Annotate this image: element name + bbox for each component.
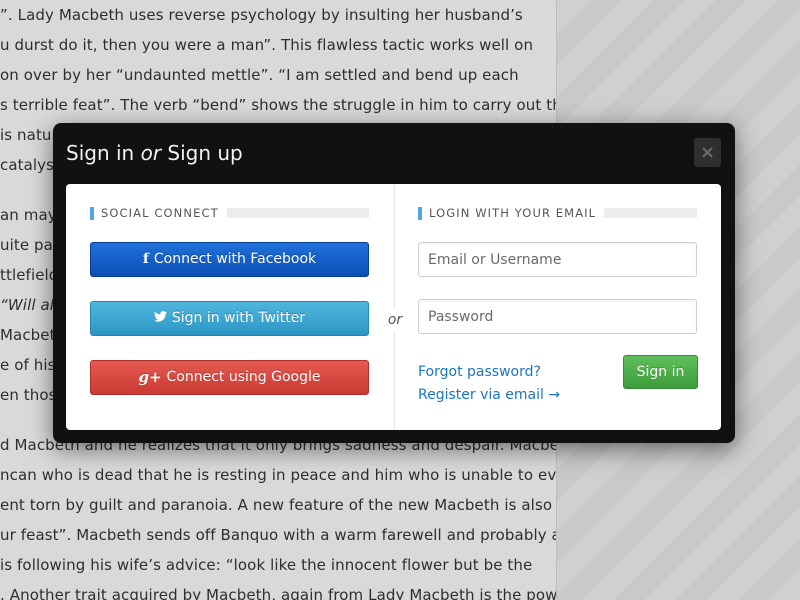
sign-in-button[interactable]: Sign in bbox=[623, 355, 698, 389]
twitter-signin-button[interactable]: Sign in with Twitter bbox=[90, 301, 369, 336]
article-line: . Another trait acquired by Macbeth, aga… bbox=[0, 586, 556, 600]
facebook-connect-button[interactable]: f Connect with Facebook bbox=[90, 242, 369, 277]
heading-marker bbox=[90, 206, 94, 220]
article-line: u durst do it, then you were a man”. Thi… bbox=[0, 36, 534, 54]
article-line: en thos bbox=[0, 386, 57, 404]
modal-body: Social Connect f Connect with Facebook S… bbox=[66, 184, 721, 430]
article-line: ncan who is dead that he is resting in p… bbox=[0, 466, 556, 484]
article-line: s terrible feat”. The verb “bend” shows … bbox=[0, 96, 556, 114]
article-line: catalyst bbox=[0, 156, 61, 174]
or-separator: or bbox=[382, 308, 408, 332]
article-line: on over by her “undaunted mettle”. “I am… bbox=[0, 66, 519, 84]
article-line: an may bbox=[0, 206, 57, 224]
password-input[interactable] bbox=[418, 299, 697, 334]
facebook-icon: f bbox=[142, 251, 149, 267]
article-line: ent torn by guilt and paranoia. A new fe… bbox=[0, 496, 553, 514]
close-icon: × bbox=[699, 142, 716, 163]
email-username-input[interactable] bbox=[418, 242, 697, 277]
heading-rule bbox=[604, 208, 697, 218]
article-line: Macbet bbox=[0, 326, 56, 344]
article-line: “Will al bbox=[0, 296, 55, 314]
article-line: ur feast”. Macbeth sends off Banquo with… bbox=[0, 526, 556, 544]
email-login-heading: Login with your email bbox=[418, 206, 697, 220]
column-divider bbox=[394, 184, 395, 430]
article-line: ”. Lady Macbeth uses reverse psychology … bbox=[0, 6, 523, 24]
article-line: is natur bbox=[0, 126, 58, 144]
register-via-email-link[interactable]: Register via email → bbox=[418, 387, 560, 403]
google-connect-button[interactable]: g+ Connect using Google bbox=[90, 360, 369, 395]
close-button[interactable]: × bbox=[694, 138, 721, 167]
forgot-password-link[interactable]: Forgot password? bbox=[418, 364, 541, 380]
article-line: is following his wife’s advice: “look li… bbox=[0, 556, 533, 574]
twitter-icon bbox=[153, 302, 167, 335]
signin-modal: Sign in or Sign up × Social Connect f Co… bbox=[53, 123, 735, 443]
social-connect-heading: Social Connect bbox=[90, 206, 369, 220]
heading-rule bbox=[226, 208, 369, 218]
modal-title: Sign in or Sign up bbox=[66, 141, 243, 165]
heading-marker bbox=[418, 206, 422, 220]
google-plus-icon: g+ bbox=[138, 368, 162, 386]
article-line: e of his bbox=[0, 356, 56, 374]
